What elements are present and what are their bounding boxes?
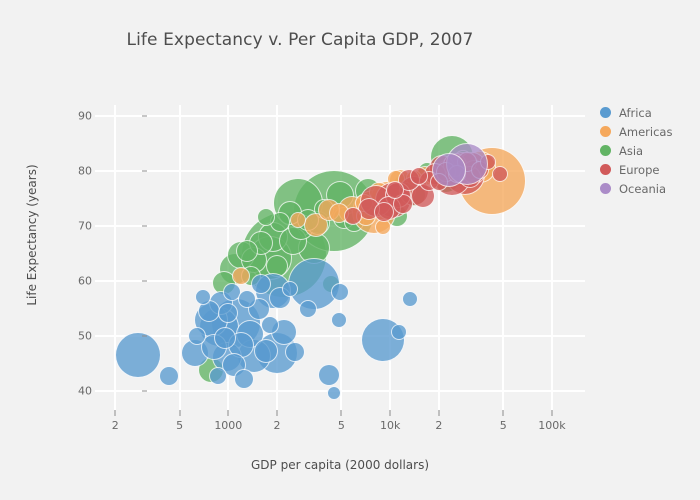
x-tick-mark xyxy=(276,410,278,416)
legend-item-label: Oceania xyxy=(619,181,667,196)
x-axis-ticks: 2 5 1000 2 5 10k 2 5 100k xyxy=(95,410,585,444)
x-tick-mark xyxy=(551,410,553,416)
legend-item-label: Africa xyxy=(619,105,652,120)
data-point-bubble[interactable] xyxy=(344,207,363,225)
legend-item-label: Asia xyxy=(619,143,644,158)
gridline-horizontal xyxy=(95,114,585,117)
data-point-bubble[interactable] xyxy=(290,212,307,229)
x-tick-mark xyxy=(389,410,391,416)
x-tick-label: 1000 xyxy=(214,419,243,432)
y-axis-ticks: 40 50 60 70 80 90 xyxy=(50,105,147,410)
data-point-bubble[interactable] xyxy=(256,207,275,226)
y-tick-mark xyxy=(142,115,147,117)
x-tick-mark xyxy=(179,410,181,416)
y-tick-mark xyxy=(142,170,147,172)
data-point-bubble[interactable] xyxy=(331,282,349,301)
data-point-bubble[interactable] xyxy=(390,323,407,340)
x-tick-label: 2 xyxy=(111,419,119,432)
x-tick-mark xyxy=(227,410,229,416)
x-tick-label: 2 xyxy=(435,419,443,432)
y-tick-label: 80 xyxy=(78,164,92,178)
data-point-bubble[interactable] xyxy=(159,365,179,386)
data-point-bubble[interactable] xyxy=(234,369,254,390)
gridline-vertical xyxy=(550,105,553,410)
data-point-bubble[interactable] xyxy=(251,274,272,295)
x-tick-mark xyxy=(502,410,504,416)
x-axis-title: GDP per capita (2000 dollars) xyxy=(251,458,429,472)
data-point-bubble[interactable] xyxy=(401,290,418,307)
data-point-bubble[interactable] xyxy=(115,332,162,379)
legend[interactable]: Africa Americas Asia Europe Oceania xyxy=(600,104,700,199)
x-tick-mark xyxy=(340,410,342,416)
gridline-vertical xyxy=(389,105,392,410)
y-tick-label: 90 xyxy=(78,109,92,123)
y-axis-title: Life Expectancy (years) xyxy=(25,164,39,306)
gridline-vertical xyxy=(178,105,181,410)
y-tick-mark xyxy=(142,280,147,282)
legend-swatch-circle-icon xyxy=(600,126,611,137)
legend-item-label: Americas xyxy=(619,124,673,139)
y-tick-mark xyxy=(142,335,147,337)
data-point-bubble[interactable] xyxy=(385,181,404,200)
data-point-bubble[interactable] xyxy=(298,299,317,318)
data-point-bubble[interactable] xyxy=(214,327,237,349)
data-point-bubble[interactable] xyxy=(492,166,509,183)
y-tick-label: 60 xyxy=(78,274,92,288)
data-point-bubble[interactable] xyxy=(330,311,347,328)
x-tick-label: 5 xyxy=(176,419,184,432)
legend-swatch-circle-icon xyxy=(600,164,611,175)
legend-item[interactable]: Americas xyxy=(600,123,700,140)
legend-item[interactable]: Africa xyxy=(600,104,700,121)
y-tick-mark xyxy=(142,225,147,227)
data-point-bubble[interactable] xyxy=(374,202,395,223)
gridline-vertical xyxy=(114,105,117,410)
y-tick-label: 70 xyxy=(78,219,92,233)
y-tick-label: 40 xyxy=(78,384,92,398)
data-point-bubble[interactable] xyxy=(218,303,239,324)
data-point-bubble[interactable] xyxy=(253,339,278,364)
data-point-bubble[interactable] xyxy=(281,280,298,297)
legend-item-label: Europe xyxy=(619,162,660,177)
data-point-bubble[interactable] xyxy=(232,266,251,285)
legend-item[interactable]: Oceania xyxy=(600,180,700,197)
x-tick-mark xyxy=(438,410,440,416)
x-tick-mark xyxy=(114,410,116,416)
legend-swatch-circle-icon xyxy=(600,107,611,118)
data-point-bubble[interactable] xyxy=(285,341,306,362)
data-point-bubble[interactable] xyxy=(260,315,279,334)
x-tick-label: 100k xyxy=(538,419,566,432)
x-tick-label: 5 xyxy=(499,419,507,432)
x-tick-label: 5 xyxy=(337,419,345,432)
data-point-bubble[interactable] xyxy=(409,167,428,186)
data-point-bubble[interactable] xyxy=(318,363,341,386)
data-point-bubble[interactable] xyxy=(208,367,227,386)
legend-swatch-circle-icon xyxy=(600,145,611,156)
y-tick-mark xyxy=(142,390,147,392)
legend-item[interactable]: Europe xyxy=(600,161,700,178)
gridline-horizontal xyxy=(95,334,585,337)
data-point-bubble[interactable] xyxy=(327,385,342,400)
data-point-bubble[interactable] xyxy=(237,289,256,308)
data-point-bubble[interactable] xyxy=(187,326,206,345)
legend-item[interactable]: Asia xyxy=(600,142,700,159)
x-tick-label: 10k xyxy=(379,419,401,432)
gridline-vertical xyxy=(340,105,343,410)
plot-area[interactable] xyxy=(95,105,585,410)
data-point-bubble[interactable] xyxy=(195,289,212,306)
chart-title: Life Expectancy v. Per Capita GDP, 2007 xyxy=(126,30,474,50)
legend-swatch-circle-icon xyxy=(600,183,611,194)
y-tick-label: 50 xyxy=(78,329,92,343)
scatter-chart: Life Expectancy v. Per Capita GDP, 2007 … xyxy=(0,0,700,500)
x-tick-label: 2 xyxy=(273,419,281,432)
data-point-bubble[interactable] xyxy=(235,239,258,262)
data-point-bubble[interactable] xyxy=(431,152,466,187)
